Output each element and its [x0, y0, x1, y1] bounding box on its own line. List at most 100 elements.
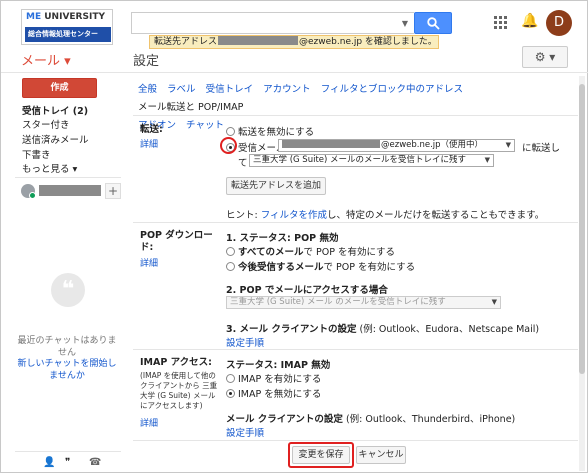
chat-user-name-redacted[interactable]	[39, 185, 101, 196]
pop-from-now-bold: 今後受信するメール	[238, 262, 324, 273]
imap-enable-radio[interactable]	[226, 374, 235, 383]
imap-enable-label: IMAP を有効にする	[238, 374, 322, 385]
imap-disable-radio[interactable]	[226, 389, 235, 398]
search-input[interactable]: ▼	[131, 12, 414, 34]
contacts-person-icon[interactable]: 👤	[43, 457, 55, 468]
tab-labels[interactable]: ラベル	[167, 81, 196, 99]
pop-all-mail-option[interactable]: すべてのメールで POP を有効にする	[226, 244, 395, 258]
section-divider	[133, 349, 578, 350]
search-button[interactable]	[414, 12, 452, 34]
add-forwarding-address-button[interactable]: 転送先アドレスを追加	[226, 177, 326, 195]
imap-status: ステータス: IMAP 無効	[226, 360, 331, 371]
search-options-icon[interactable]: ▼	[402, 19, 408, 28]
forwarding-confirmed-notice: 転送先アドレス @ezweb.ne.jp を確認しました。	[149, 35, 439, 49]
pop-access-title: 2. POP でメールにアクセスする場合	[226, 285, 388, 296]
dropdown-arrow-icon: ▼	[491, 298, 497, 306]
tab-chat[interactable]: チャット	[186, 117, 224, 135]
vertical-scrollbar[interactable]	[579, 76, 585, 471]
pop-access-select: 三重大学 (G Suite) メール のメールを受信トレイに残す ▼	[226, 296, 501, 309]
mail-switcher[interactable]: メール ▾	[21, 50, 71, 69]
chat-user-avatar[interactable]	[21, 184, 36, 199]
pop-from-now-option[interactable]: 今後受信するメールで POP を有効にする	[226, 259, 415, 273]
imap-client-title: メール クライアントの設定	[226, 414, 343, 425]
tab-general[interactable]: 全般	[138, 81, 157, 99]
imap-enable-option[interactable]: IMAP を有効にする	[226, 371, 321, 385]
pop-status: 1. ステータス: POP 無効	[226, 233, 339, 244]
pop-client-title: 3. メール クライアントの設定	[226, 324, 357, 335]
hint-prefix: ヒント:	[226, 210, 261, 221]
imap-setup-link[interactable]: 設定手順	[226, 425, 264, 439]
settings-gear-button[interactable]: ⚙ ▾	[522, 46, 568, 68]
pop-all-mail-radio[interactable]	[226, 247, 235, 256]
forwarding-hint: ヒント: フィルタを作成し、特定のメールだけを転送することもできます。	[226, 207, 544, 221]
redacted-forward-address	[282, 140, 380, 148]
forwarding-label: 転送:	[140, 124, 163, 135]
start-new-chat-link[interactable]: 新しいチャットを開始しませんか	[17, 358, 117, 382]
dropdown-arrow-icon: ▼	[505, 141, 511, 149]
university-logo: ME UNIVERSITY 総合情報処理センター	[21, 9, 113, 45]
redacted-address	[218, 36, 299, 45]
forwarding-disable-option[interactable]: 転送を無効にする	[226, 124, 314, 138]
notifications-bell-icon[interactable]: 🔔	[521, 13, 538, 29]
pop-setup-link[interactable]: 設定手順	[226, 335, 264, 349]
sidebar-item-starred[interactable]: スター付き	[22, 117, 70, 131]
chat-quote-icon: ❝	[51, 273, 85, 307]
save-button-highlight	[288, 442, 354, 468]
imap-label: IMAP アクセス:	[140, 357, 212, 368]
sidebar-item-drafts[interactable]: 下書き	[22, 147, 51, 161]
forwarding-keep-value: 三重大学 (G Suite) メールのメールを受信トレイに残す	[253, 155, 467, 165]
imap-client-examples: (例: Outlook、Thunderbird、iPhone)	[345, 414, 516, 425]
hangouts-icon[interactable]: ❞	[65, 457, 70, 468]
forwarding-enable-highlight	[220, 137, 237, 154]
logo-center-name: 総合情報処理センター	[25, 27, 111, 42]
tab-filters[interactable]: フィルタとブロック中のアドレス	[321, 81, 463, 99]
logo-brand: ME	[26, 12, 42, 22]
tab-inbox[interactable]: 受信トレイ	[206, 81, 254, 99]
forwarding-enable-suffix: に転送し	[522, 143, 561, 154]
pop-all-mail-rest: で POP を有効にする	[303, 247, 396, 258]
new-chat-plus-icon[interactable]: +	[105, 183, 121, 199]
forwarding-keep-select[interactable]: 三重大学 (G Suite) メールのメールを受信トレイに残す ▼	[249, 154, 494, 167]
notice-prefix: 転送先アドレス	[154, 37, 218, 47]
forwarding-disable-radio[interactable]	[226, 127, 235, 136]
pop-all-mail-bold: すべてのメール	[238, 247, 304, 258]
imap-details-link[interactable]: 詳細	[140, 416, 158, 429]
imap-note: (IMAP を使用して他のクライアントから 三重大学 (G Suite) メール…	[140, 371, 218, 410]
section-divider	[133, 222, 578, 223]
forwarding-address-select[interactable]: @ezweb.ne.jp（使用中） ▼	[278, 139, 515, 152]
no-recent-chats-text: 最近のチャットはありません	[17, 336, 117, 358]
forwarding-te: て	[238, 158, 248, 169]
sidebar-item-sent[interactable]: 送信済みメール	[22, 132, 89, 146]
apps-grid-icon[interactable]	[494, 16, 508, 30]
pop-label: POP ダウンロード:	[140, 230, 213, 253]
sidebar-item-more[interactable]: もっと見る ▾	[22, 161, 77, 175]
notice-suffix: @ezweb.ne.jp を確認しました。	[299, 37, 437, 47]
pop-client-examples: (例: Outlook、Eudora、Netscape Mail)	[359, 324, 540, 335]
account-avatar[interactable]: D	[546, 10, 572, 36]
create-filter-link[interactable]: フィルタを作成	[261, 210, 327, 221]
settings-tabs: 全般 ラベル 受信トレイ アカウント フィルタとブロック中のアドレス メール転送…	[138, 81, 558, 135]
tab-accounts[interactable]: アカウント	[263, 81, 311, 99]
tabs-divider	[133, 115, 578, 116]
sidebar-footer: 👤 ❞ ☎	[15, 451, 121, 471]
forwarding-address-value: @ezweb.ne.jp（使用中）	[381, 140, 484, 150]
header-divider	[1, 72, 588, 73]
phone-icon[interactable]: ☎	[89, 457, 101, 468]
imap-client-settings: メール クライアントの設定 (例: Outlook、Thunderbird、iP…	[226, 411, 515, 425]
cancel-button[interactable]: キャンセル	[356, 446, 406, 464]
compose-button[interactable]: 作成	[22, 78, 97, 98]
imap-disable-option[interactable]: IMAP を無効にする	[226, 386, 321, 400]
gmail-settings-window: ME UNIVERSITY 総合情報処理センター ▼ 🔔 D 転送先アドレス @e…	[0, 0, 588, 473]
section-divider	[133, 440, 578, 441]
forwarding-disable-label: 転送を無効にする	[238, 127, 315, 138]
logo-university: UNIVERSITY	[44, 12, 105, 22]
pop-client-settings: 3. メール クライアントの設定 (例: Outlook、Eudora、Nets…	[226, 321, 539, 335]
sidebar-divider	[15, 177, 121, 178]
pop-from-now-rest: で POP を有効にする	[323, 262, 416, 273]
pop-from-now-radio[interactable]	[226, 262, 235, 271]
sidebar-item-inbox[interactable]: 受信トレイ (2)	[22, 103, 88, 117]
forwarding-details-link[interactable]: 詳細	[140, 137, 158, 150]
scrollbar-thumb[interactable]	[579, 84, 585, 374]
pop-details-link[interactable]: 詳細	[140, 256, 158, 269]
search-icon	[427, 17, 440, 30]
